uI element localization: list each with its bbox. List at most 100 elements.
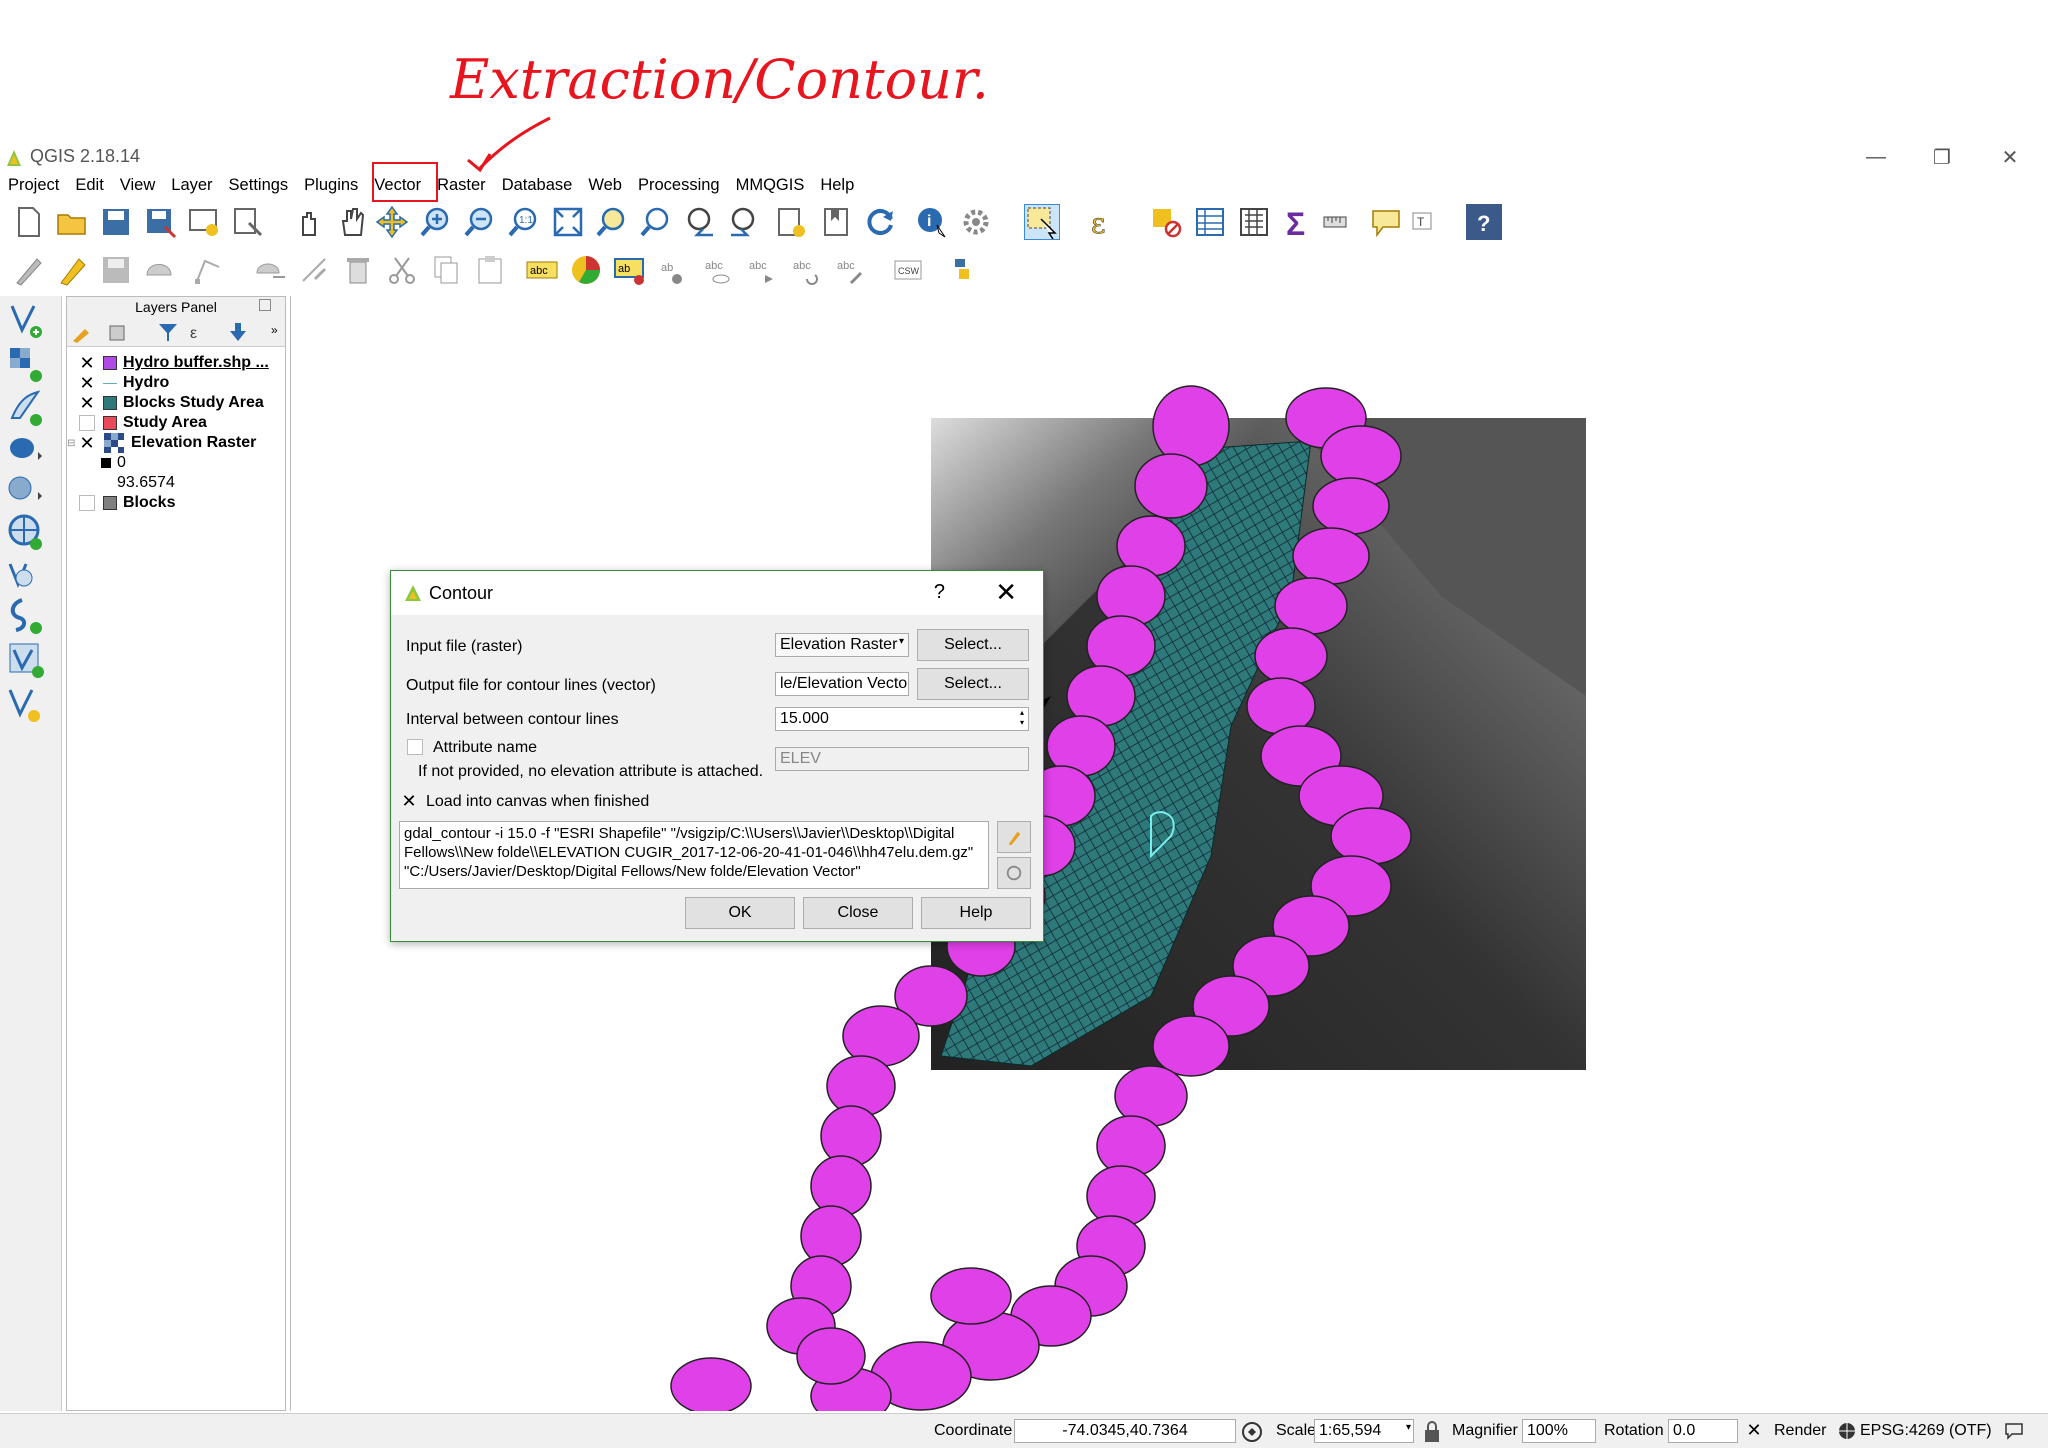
layer-checkbox[interactable]: ✕: [79, 394, 95, 412]
add-postgis-layer-icon[interactable]: [6, 432, 46, 472]
input-file-select[interactable]: Elevation Raster ▾: [775, 633, 909, 657]
zoom-next-icon[interactable]: [726, 204, 762, 240]
add-vector-layer-icon[interactable]: [6, 300, 46, 340]
close-button[interactable]: Close: [803, 897, 913, 929]
menu-project[interactable]: Project: [0, 174, 67, 200]
new-project-icon[interactable]: [10, 204, 46, 240]
help-icon[interactable]: ?: [1466, 204, 1502, 240]
select-features-icon[interactable]: [1024, 204, 1060, 240]
load-into-canvas-checkbox[interactable]: ✕: [401, 792, 417, 810]
spin-arrows-icon[interactable]: ▴ ▾: [1020, 708, 1024, 728]
messages-icon[interactable]: [2004, 1422, 2024, 1440]
layer-blocks[interactable]: Blocks: [79, 493, 175, 513]
move-feature-icon[interactable]: [252, 252, 288, 288]
restore-button[interactable]: ❐: [1912, 142, 1972, 172]
dialog-help-icon[interactable]: ?: [934, 581, 945, 604]
toggle-extents-icon[interactable]: [1240, 1420, 1264, 1444]
python-console-icon[interactable]: [944, 252, 980, 288]
move-label-icon[interactable]: abc: [744, 252, 780, 288]
highlight-pinned-labels-icon[interactable]: ab: [612, 252, 648, 288]
menu-web[interactable]: Web: [580, 174, 630, 200]
close-window-button[interactable]: ✕: [1980, 142, 2040, 172]
pin-labels-icon[interactable]: ab: [656, 252, 692, 288]
add-wfs-layer-icon[interactable]: [6, 556, 46, 596]
zoom-out-icon[interactable]: [462, 204, 498, 240]
rotation-field[interactable]: 0.0: [1668, 1419, 1738, 1443]
add-spatialite-layer-icon[interactable]: [6, 472, 46, 512]
menu-mmqgis[interactable]: MMQGIS: [728, 174, 813, 200]
zoom-to-selection-icon[interactable]: [594, 204, 630, 240]
pan-to-selection-icon[interactable]: [374, 204, 410, 240]
zoom-actual-size-icon[interactable]: 1:1: [506, 204, 542, 240]
interval-spinbox[interactable]: 15.000 ▴ ▾: [775, 707, 1029, 731]
measure-line-icon[interactable]: [1320, 204, 1356, 240]
rotate-label-icon[interactable]: abc: [788, 252, 824, 288]
pan-map-icon[interactable]: [334, 204, 370, 240]
menu-vector[interactable]: Vector: [366, 174, 429, 200]
layer-checkbox[interactable]: ✕: [79, 354, 95, 372]
layer-checkbox[interactable]: [79, 495, 95, 511]
layer-study-area[interactable]: Study Area: [79, 413, 207, 433]
layer-labeling-icon[interactable]: abc: [524, 252, 560, 288]
menu-database[interactable]: Database: [494, 174, 581, 200]
add-group-icon[interactable]: [107, 321, 129, 343]
lock-scale-icon[interactable]: [1422, 1420, 1442, 1444]
cut-features-icon[interactable]: [384, 252, 420, 288]
identify-features-icon[interactable]: i: [914, 204, 950, 240]
layer-checkbox[interactable]: ✕: [79, 434, 95, 452]
text-annotation-icon[interactable]: T: [1408, 204, 1444, 240]
add-wms-layer-icon[interactable]: [6, 512, 46, 552]
menu-plugins[interactable]: Plugins: [296, 174, 366, 200]
menu-view[interactable]: View: [112, 174, 163, 200]
menu-edit[interactable]: Edit: [67, 174, 111, 200]
crs-globe-icon[interactable]: [1838, 1422, 1856, 1440]
menu-layer[interactable]: Layer: [163, 174, 220, 200]
add-virtual-layer-icon[interactable]: [6, 596, 46, 636]
layer-hydro[interactable]: ✕ Hydro: [79, 373, 169, 393]
attribute-name-checkbox[interactable]: [407, 739, 423, 755]
zoom-full-icon[interactable]: [550, 204, 586, 240]
menu-help[interactable]: Help: [812, 174, 862, 200]
zoom-last-icon[interactable]: [682, 204, 718, 240]
edit-command-button[interactable]: [997, 821, 1031, 853]
crs-label[interactable]: EPSG:4269 (OTF): [1860, 1422, 1992, 1440]
save-as-icon[interactable]: [142, 204, 178, 240]
scale-field[interactable]: 1:65,594 ▾: [1314, 1419, 1414, 1443]
refresh-icon[interactable]: [862, 204, 898, 240]
minimize-button[interactable]: —: [1846, 142, 1906, 172]
input-select-button[interactable]: Select...: [917, 629, 1029, 661]
ok-button[interactable]: OK: [685, 897, 795, 929]
new-temporary-layer-icon[interactable]: [6, 684, 46, 724]
composer-manager-icon[interactable]: [230, 204, 266, 240]
copy-features-icon[interactable]: [428, 252, 464, 288]
show-bookmarks-icon[interactable]: [818, 204, 854, 240]
layer-diagram-icon[interactable]: [568, 252, 604, 288]
layer-checkbox[interactable]: ✕: [79, 374, 95, 392]
add-raster-layer-icon[interactable]: [6, 344, 46, 384]
help-button[interactable]: Help: [921, 897, 1031, 929]
add-feature-icon[interactable]: [142, 252, 178, 288]
csw-icon[interactable]: CSW: [890, 252, 926, 288]
menu-processing[interactable]: Processing: [630, 174, 728, 200]
touch-zoom-icon[interactable]: [290, 204, 326, 240]
menu-settings[interactable]: Settings: [221, 174, 297, 200]
node-tool-icon[interactable]: [296, 252, 332, 288]
layer-blocks-study-area[interactable]: ✕ Blocks Study Area: [79, 393, 263, 413]
dialog-close-icon[interactable]: ✕: [995, 577, 1017, 608]
save-layer-edits-icon[interactable]: [98, 252, 134, 288]
output-select-button[interactable]: Select...: [917, 668, 1029, 700]
select-by-expression-icon[interactable]: ε: [1086, 204, 1122, 240]
layer-elevation-raster[interactable]: ⊟ ✕ Elevation Raster: [67, 433, 256, 453]
change-label-icon[interactable]: abc: [832, 252, 868, 288]
attribute-name-field[interactable]: ELEV: [775, 747, 1029, 771]
show-hide-labels-icon[interactable]: abc: [700, 252, 736, 288]
new-shapefile-layer-icon[interactable]: [6, 640, 46, 680]
filter-legend-icon[interactable]: [157, 321, 179, 343]
reset-command-button[interactable]: [997, 857, 1031, 889]
collapse-icon[interactable]: ⊟: [67, 438, 79, 449]
statistical-summary-icon[interactable]: Σ: [1280, 204, 1316, 240]
layer-styling-icon[interactable]: [71, 321, 93, 343]
layer-checkbox[interactable]: [79, 415, 95, 431]
more-tools-icon[interactable]: »: [271, 323, 278, 337]
current-edits-icon[interactable]: [10, 252, 46, 288]
